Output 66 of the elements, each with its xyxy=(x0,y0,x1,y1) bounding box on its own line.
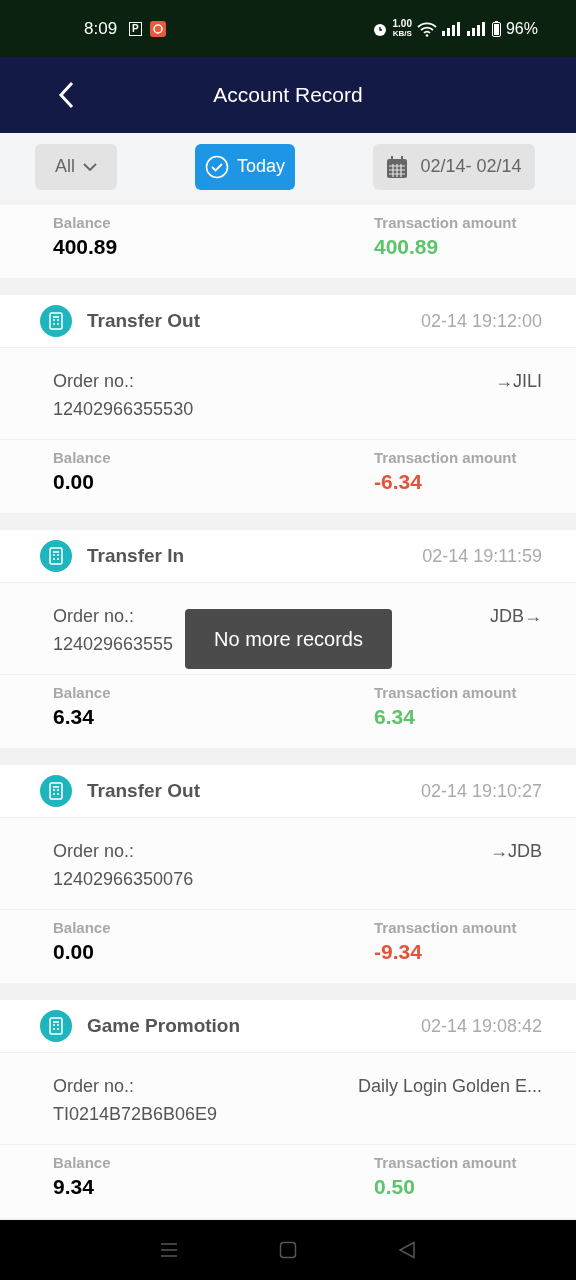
record-title: Transfer Out xyxy=(87,308,200,333)
receipt-icon xyxy=(40,305,72,337)
order-number: 12402966355530 xyxy=(53,398,194,421)
signal-icon xyxy=(466,21,487,36)
balance-value: 6.34 xyxy=(53,704,95,730)
balance-value: 9.34 xyxy=(53,1174,95,1200)
toast: No more records xyxy=(185,609,392,669)
signal-icon xyxy=(441,21,462,36)
order-label: Order no.: xyxy=(53,840,136,863)
record-time: 02-14 19:11:59 xyxy=(422,544,542,568)
speed-unit: KB/S xyxy=(392,28,412,39)
amount-value: -9.34 xyxy=(374,939,423,965)
type-dropdown[interactable]: All xyxy=(35,143,117,190)
status-time: 8:09 xyxy=(84,17,118,40)
transfer-target: Daily Login Golden E... xyxy=(357,1075,542,1098)
home-icon[interactable] xyxy=(279,1241,297,1259)
page-title: Account Record xyxy=(213,82,363,109)
transfer-target: →JDB xyxy=(490,840,542,863)
amount-label: Transaction amount xyxy=(374,683,518,703)
back-icon[interactable] xyxy=(397,1241,416,1259)
order-number: 12402966350076 xyxy=(53,868,194,891)
order-label: Order no.: xyxy=(53,370,136,393)
transfer-target: →JILI xyxy=(495,370,542,393)
amount-value: -6.34 xyxy=(374,469,423,495)
wifi-icon xyxy=(416,20,437,37)
transfer-target: JDB→ xyxy=(490,605,542,628)
amount-value: 400.89 xyxy=(374,234,440,260)
amount-label: Transaction amount xyxy=(374,1153,518,1173)
record-title: Transfer In xyxy=(87,543,185,568)
amount-label: Transaction amount xyxy=(374,448,518,468)
menu-icon[interactable] xyxy=(160,1242,179,1258)
order-label: Order no.: xyxy=(53,605,136,628)
balance-label: Balance xyxy=(53,1153,111,1173)
balance-label: Balance xyxy=(53,683,111,703)
speed-value: 1.00 xyxy=(392,18,412,29)
amount-value: 0.50 xyxy=(374,1174,416,1200)
today-button[interactable]: Today xyxy=(195,143,295,190)
battery-icon xyxy=(491,20,501,37)
balance-value: 0.00 xyxy=(53,469,95,495)
check-circle-icon xyxy=(204,154,229,179)
balance-value: 0.00 xyxy=(53,939,95,965)
back-icon xyxy=(58,81,74,109)
record-time: 02-14 19:12:00 xyxy=(420,309,542,333)
app-icon xyxy=(149,20,166,37)
order-label: Order no.: xyxy=(53,1075,136,1098)
balance-value: 400.89 xyxy=(53,234,118,260)
receipt-icon xyxy=(40,540,72,572)
order-number: 124029663555 xyxy=(53,633,174,656)
battery-percent: 96% xyxy=(505,18,538,39)
amount-label: Transaction amount xyxy=(374,213,518,233)
parking-badge: P xyxy=(129,21,142,36)
date-range-button[interactable]: 02/14- 02/14 xyxy=(373,143,535,190)
receipt-icon xyxy=(40,1010,72,1042)
record-time: 02-14 19:08:42 xyxy=(420,1014,542,1038)
balance-label: Balance xyxy=(53,448,111,468)
balance-label: Balance xyxy=(53,213,112,233)
receipt-icon xyxy=(40,775,72,807)
record-title: Transfer Out xyxy=(87,778,200,803)
balance-label: Balance xyxy=(53,918,111,938)
chevron-down-icon xyxy=(83,162,97,171)
calendar-icon xyxy=(386,154,409,179)
record-time: 02-14 19:10:27 xyxy=(420,779,542,803)
record-title: Game Promotion xyxy=(87,1013,241,1038)
order-number: TI0214B72B6B06E9 xyxy=(53,1103,218,1126)
amount-value: 6.34 xyxy=(374,704,416,730)
amount-label: Transaction amount xyxy=(374,918,518,938)
